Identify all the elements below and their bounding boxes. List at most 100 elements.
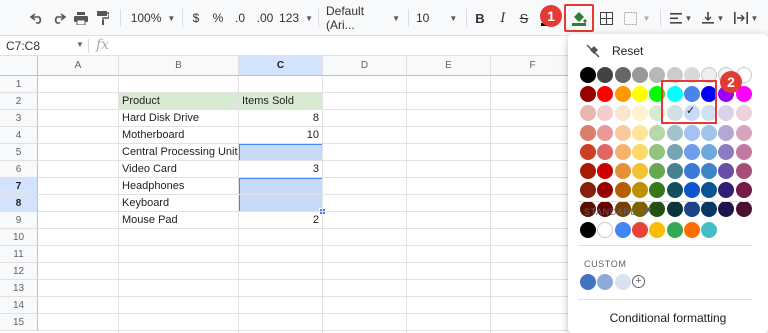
color-swatch[interactable] [666,86,683,103]
vertical-align-button[interactable]: ▼ [700,8,726,28]
zoom-select[interactable]: 100% ▼ [130,8,176,28]
color-swatch[interactable] [666,201,683,218]
horizontal-align-button[interactable]: ▼ [668,8,694,28]
table-cell-items[interactable] [239,195,323,212]
color-swatch[interactable] [701,143,718,160]
color-swatch[interactable] [614,163,631,179]
row-header-9[interactable]: 9 [0,212,38,229]
row-header-15[interactable]: 15 [0,314,38,331]
color-swatch[interactable] [614,105,631,122]
color-swatch[interactable] [631,124,648,141]
color-swatch[interactable] [666,182,683,199]
paint-format-icon[interactable] [94,8,112,28]
row-header-2[interactable]: 2 [0,93,38,110]
undo-icon[interactable] [28,8,46,28]
column-header-a[interactable]: A [38,56,119,76]
color-swatch[interactable] [718,124,735,141]
color-swatch[interactable] [631,182,648,199]
custom-color-swatch[interactable] [614,274,631,290]
text-wrap-button[interactable]: ▼ [732,8,760,28]
row-header-5[interactable]: 5 [0,144,38,161]
color-swatch[interactable] [718,163,735,179]
percent-button[interactable]: % [212,8,224,28]
table-cell-items[interactable]: 2 [239,212,323,229]
standard-color-swatch[interactable] [580,222,596,238]
table-header-items-sold[interactable]: Items Sold [239,93,323,110]
color-swatch[interactable] [597,67,614,83]
table-cell-items[interactable]: 8 [239,110,323,127]
row-header-4[interactable]: 4 [0,127,38,144]
color-swatch[interactable] [614,67,631,83]
color-swatch[interactable] [718,201,735,218]
increase-decimal-button[interactable]: .00 [255,8,275,28]
color-swatch[interactable] [649,86,666,103]
color-swatch[interactable] [597,105,614,122]
bold-button[interactable]: B [474,8,486,28]
color-swatch[interactable] [649,163,666,179]
color-swatch[interactable] [631,163,648,179]
currency-button[interactable]: $ [190,8,202,28]
color-swatch[interactable] [718,143,735,160]
edit-pencil-icon[interactable] [642,206,652,216]
color-swatch[interactable] [718,105,735,122]
color-swatch[interactable] [649,143,666,160]
color-swatch[interactable] [666,124,683,141]
custom-color-swatch[interactable] [597,274,614,290]
row-header-3[interactable]: 3 [0,110,38,127]
table-cell-items[interactable] [239,144,323,161]
color-swatch[interactable] [631,143,648,160]
color-swatch[interactable] [597,182,614,199]
color-swatch[interactable] [597,163,614,179]
column-header-d[interactable]: D [323,56,407,76]
print-icon[interactable] [72,8,90,28]
color-swatch[interactable] [701,182,718,199]
color-swatch[interactable] [580,143,596,160]
color-swatch[interactable] [735,124,752,141]
color-swatch[interactable] [701,124,718,141]
chevron-down-icon[interactable]: ▼ [76,40,84,49]
cell[interactable] [119,76,239,93]
color-swatch[interactable] [718,182,735,199]
color-swatch[interactable] [666,163,683,179]
color-swatch[interactable] [597,124,614,141]
column-header-e[interactable]: E [407,56,491,76]
standard-color-swatch[interactable] [666,222,683,238]
decrease-decimal-button[interactable]: .0 [232,8,248,28]
row-header-10[interactable]: 10 [0,229,38,246]
table-cell-product[interactable]: Video Card [119,161,239,178]
color-swatch[interactable] [580,67,596,83]
table-cell-items[interactable] [239,178,323,195]
table-cell-product[interactable]: Headphones [119,178,239,195]
borders-button[interactable] [598,8,614,28]
add-custom-color-icon[interactable]: + [632,275,645,288]
row-header-8[interactable]: 8 [0,195,38,212]
standard-color-swatch[interactable] [614,222,631,238]
fill-color-button[interactable] [564,4,594,32]
row-header-14[interactable]: 14 [0,297,38,314]
color-swatch[interactable] [580,105,596,122]
color-swatch[interactable] [701,163,718,179]
color-swatch[interactable] [735,105,752,122]
column-header-b[interactable]: B [119,56,239,76]
name-box[interactable]: C7:C8 [6,39,40,53]
table-cell-items[interactable]: 3 [239,161,323,178]
color-swatch[interactable] [735,201,752,218]
table-cell-product[interactable]: Central Processing Unit [119,144,239,161]
color-swatch[interactable] [683,182,700,199]
standard-color-swatch[interactable] [683,222,700,238]
color-swatch[interactable] [666,67,683,83]
color-swatch[interactable] [683,163,700,179]
standard-color-swatch[interactable] [649,222,666,238]
font-size-select[interactable]: 10 ▼ [416,8,462,28]
color-swatch[interactable] [701,86,718,103]
color-swatch[interactable] [631,105,648,122]
color-swatch[interactable] [683,86,700,103]
color-swatch[interactable] [649,67,666,83]
color-swatch[interactable] [614,182,631,199]
color-swatch[interactable] [683,201,700,218]
color-swatch[interactable] [701,105,718,122]
color-swatch[interactable] [614,143,631,160]
table-header-product[interactable]: Product [119,93,239,110]
table-cell-items[interactable]: 10 [239,127,323,144]
column-header-c[interactable]: C [239,56,323,76]
